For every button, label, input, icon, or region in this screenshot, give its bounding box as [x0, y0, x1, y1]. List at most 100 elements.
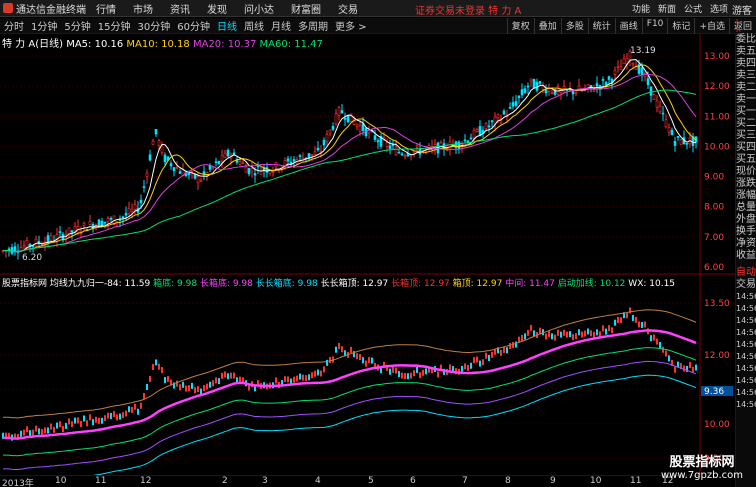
- tab-multi-period[interactable]: 多周期: [298, 18, 328, 33]
- indicator-bar: [146, 383, 148, 390]
- menu-new[interactable]: 新面: [658, 2, 676, 15]
- tool-draw-button[interactable]: 画线: [614, 18, 642, 34]
- menu-item-market[interactable]: 行情: [96, 1, 116, 16]
- tool-back-button[interactable]: 返回: [728, 18, 756, 34]
- tool-mark-button[interactable]: 标记: [667, 18, 694, 34]
- sidebar-bid2[interactable]: 买二: [736, 118, 756, 130]
- indicator-bar: [566, 331, 568, 338]
- menu-item-ask[interactable]: 问小达: [244, 1, 274, 16]
- menu-options[interactable]: 选项: [710, 2, 728, 15]
- sidebar-ask4[interactable]: 卖四: [736, 58, 756, 70]
- sidebar-bid-ratio[interactable]: 委比: [736, 34, 756, 46]
- indicator-bar: [410, 372, 412, 379]
- indicator-bar: [221, 372, 223, 379]
- tab-15min[interactable]: 15分钟: [98, 18, 131, 33]
- indicator-bar: [479, 360, 481, 367]
- candle-body: [322, 139, 326, 146]
- sidebar-bid4[interactable]: 买四: [736, 142, 756, 154]
- indicator-bar: [41, 429, 43, 436]
- sidebar-ask3[interactable]: 卖三: [736, 70, 756, 82]
- tool-add-favorite-button[interactable]: +自选: [694, 18, 729, 34]
- date-tick: 2013年: [2, 479, 34, 487]
- sidebar-bid1[interactable]: 买一: [736, 106, 756, 118]
- candle-body: [529, 78, 533, 82]
- tab-monthly[interactable]: 月线: [271, 18, 291, 33]
- indicator-bar: [629, 307, 631, 314]
- menu-item-trade[interactable]: 交易: [338, 1, 358, 16]
- tab-daily[interactable]: 日线: [217, 18, 237, 33]
- candle-body: [457, 141, 461, 150]
- tool-multi-stock-button[interactable]: 多股: [560, 18, 588, 34]
- candle-body: [97, 219, 101, 228]
- tab-30min[interactable]: 30分钟: [137, 18, 170, 33]
- indicator-bar: [140, 402, 142, 409]
- tool-f10-button[interactable]: F10: [641, 18, 668, 34]
- date-tick: 6: [410, 476, 416, 486]
- indicator-bar: [194, 387, 196, 394]
- menu-function[interactable]: 功能: [632, 2, 650, 15]
- indicator-bar: [176, 380, 178, 387]
- indicator-bar: [209, 381, 211, 388]
- sidebar-volume[interactable]: 总量: [736, 202, 756, 214]
- tick-time: 14:56: [736, 388, 756, 397]
- tab-more[interactable]: 更多 >: [335, 18, 367, 33]
- candle-body: [649, 86, 653, 96]
- long-box-bottom: 长箱底: 9.98: [199, 279, 253, 289]
- candle-body: [535, 81, 539, 91]
- menu-item-discover[interactable]: 发现: [207, 1, 227, 16]
- sidebar-price[interactable]: 现价: [736, 166, 756, 178]
- menu-item-wealth[interactable]: 财富圈: [291, 1, 321, 16]
- sidebar-trade[interactable]: 交易: [736, 279, 756, 291]
- login-warning[interactable]: 证券交易未登录 特 力 A: [415, 2, 521, 17]
- indicator-bar: [488, 354, 490, 361]
- indicator-bar: [632, 314, 634, 321]
- indicator-bar: [296, 375, 298, 382]
- candle-body: [193, 173, 197, 179]
- guest-label[interactable]: 游客: [732, 2, 752, 17]
- tab-1min[interactable]: 1分钟: [31, 18, 57, 33]
- menu-item-market-center[interactable]: 市场: [133, 1, 153, 16]
- tool-overlay-button[interactable]: 叠加: [533, 18, 561, 34]
- sidebar-bid3[interactable]: 买三: [736, 130, 756, 142]
- sidebar-bid5[interactable]: 买五: [736, 154, 756, 166]
- indicator-bar: [92, 419, 94, 426]
- candle-body: [142, 186, 146, 188]
- indicator-bar: [419, 372, 421, 379]
- tab-60min[interactable]: 60分钟: [177, 18, 210, 33]
- sidebar-outer[interactable]: 外盘: [736, 214, 756, 226]
- candle-body: [472, 130, 476, 139]
- sidebar-change[interactable]: 涨跌: [736, 178, 756, 190]
- tab-weekly[interactable]: 周线: [244, 18, 264, 33]
- indicator-bar: [422, 369, 424, 376]
- candle-body: [82, 222, 86, 226]
- indicator-bar: [314, 370, 316, 377]
- sidebar-eps[interactable]: 收益: [736, 250, 756, 262]
- candle-body: [511, 102, 515, 107]
- ma-header: 特 力 A(日线) MA5: 10.16 MA10: 10.18 MA20: 1…: [2, 35, 323, 50]
- sidebar-auto[interactable]: 自动: [736, 267, 756, 279]
- indicator-formula: 均线九九归一-84: 11.59: [49, 279, 151, 289]
- sidebar-ask2[interactable]: 卖二: [736, 82, 756, 94]
- kline-chart[interactable]: 13.00 12.00 11.00 10.00 9.00 8.00 7.00 6.00 13.5…: [0, 34, 735, 475]
- indicator-bar: [389, 368, 391, 375]
- menu-item-news[interactable]: 资讯: [170, 1, 190, 16]
- sidebar-turnover[interactable]: 换手: [736, 226, 756, 238]
- candle-body: [106, 218, 110, 223]
- watermark-title: 股票指标网: [669, 455, 735, 470]
- start-add-line: 启动加线: 10.12: [557, 279, 626, 289]
- indicator-bar: [56, 422, 58, 429]
- sidebar-ask1[interactable]: 卖一: [736, 94, 756, 106]
- sidebar-change-pct[interactable]: 涨幅: [736, 190, 756, 202]
- tab-intraday[interactable]: 分时: [4, 18, 24, 33]
- period-tabs: 分时 1分钟 5分钟 15分钟 30分钟 60分钟 日线 周线 月线 多周期 更…: [0, 18, 370, 33]
- sidebar-net-assets[interactable]: 净资: [736, 238, 756, 250]
- tool-stats-button[interactable]: 统计: [587, 18, 615, 34]
- indicator-bar: [152, 363, 154, 370]
- sidebar-ask5[interactable]: 卖五: [736, 46, 756, 58]
- indicator-name[interactable]: 股票指标网: [2, 279, 47, 289]
- candle-body: [238, 161, 242, 165]
- tool-adjust-button[interactable]: 复权: [506, 18, 534, 34]
- indicator-bar: [359, 354, 361, 361]
- tab-5min[interactable]: 5分钟: [64, 18, 90, 33]
- menu-formula[interactable]: 公式: [684, 2, 702, 15]
